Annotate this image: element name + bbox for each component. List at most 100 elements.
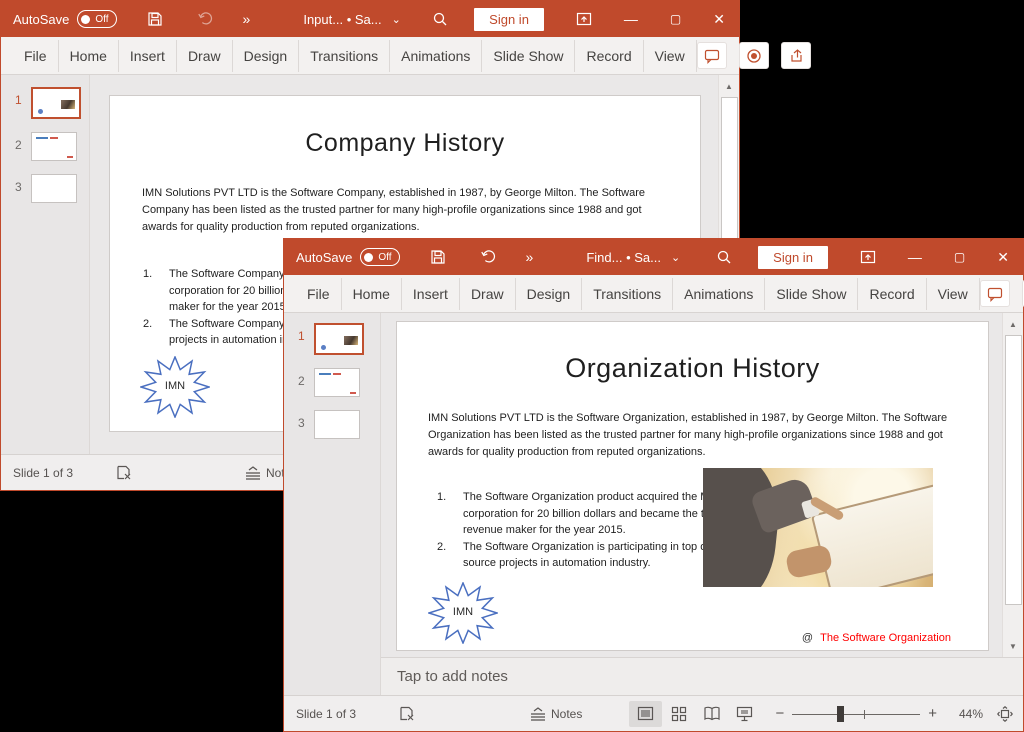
tab-slide-show[interactable]: Slide Show <box>765 278 858 310</box>
save-icon[interactable] <box>430 249 446 265</box>
tab-slide-show[interactable]: Slide Show <box>482 40 575 72</box>
record-button[interactable] <box>739 42 769 69</box>
thumbnail-slide-1[interactable]: 1 <box>15 87 89 119</box>
scroll-up-icon[interactable]: ▲ <box>719 77 739 95</box>
reading-view-button[interactable] <box>695 701 728 727</box>
tab-record[interactable]: Record <box>858 278 926 310</box>
slide-footer[interactable]: @ The Software Organization <box>802 632 951 644</box>
save-icon[interactable] <box>147 11 163 27</box>
search-icon[interactable] <box>432 11 448 27</box>
sign-in-button[interactable]: Sign in <box>474 8 544 31</box>
tab-file[interactable]: File <box>296 278 342 310</box>
desktop: AutoSave Off » Input... • Sa... ⌄ <box>0 0 1024 732</box>
fit-slide-to-window-button[interactable] <box>997 706 1013 722</box>
zoom-in-button[interactable]: + <box>928 705 937 722</box>
tab-draw[interactable]: Draw <box>460 278 516 310</box>
normal-view-button[interactable] <box>629 701 662 727</box>
thumb-star <box>321 345 326 350</box>
comments-button[interactable] <box>980 280 1010 307</box>
notes-label: Notes <box>551 707 582 721</box>
notes-placeholder: Tap to add notes <box>397 668 508 685</box>
ribbon-overflow-chevron[interactable]: » <box>243 11 252 27</box>
list-number: 1. <box>143 266 169 316</box>
tab-design[interactable]: Design <box>233 40 300 72</box>
slide-sorter-view-button[interactable] <box>662 701 695 727</box>
document-title[interactable]: Find... • Sa... <box>586 250 661 265</box>
zoom-level[interactable]: 44% <box>951 707 983 721</box>
notes-toggle[interactable]: Notes <box>529 707 582 721</box>
slide-title[interactable]: Organization History <box>397 353 988 384</box>
zoom-slider[interactable] <box>792 706 920 722</box>
scrollbar-thumb[interactable] <box>1005 335 1022 605</box>
thumb-photo <box>344 336 358 345</box>
tab-home[interactable]: Home <box>59 40 119 72</box>
vertical-scrollbar[interactable]: ▲ ▼ <box>1002 313 1023 657</box>
notes-pane[interactable]: Tap to add notes <box>381 657 1023 695</box>
ribbon-tab-bar: File Home Insert Draw Design Transitions… <box>1 37 739 75</box>
tab-insert[interactable]: Insert <box>119 40 177 72</box>
footer-text: The Software Organization <box>820 632 951 644</box>
ribbon-overflow-chevron[interactable]: » <box>526 249 535 265</box>
tab-view[interactable]: View <box>644 40 697 72</box>
thumbnail-number: 1 <box>15 87 31 107</box>
maximize-button[interactable]: ▢ <box>954 250 965 264</box>
tab-animations[interactable]: Animations <box>673 278 765 310</box>
star-shape[interactable]: IMN <box>140 356 210 418</box>
slide-body-text[interactable]: IMN Solutions PVT LTD is the Software Or… <box>428 410 966 461</box>
zoom-slider-track <box>792 714 920 715</box>
undo-icon[interactable] <box>480 249 496 265</box>
scroll-up-icon[interactable]: ▲ <box>1003 315 1023 333</box>
close-button[interactable]: ✕ <box>713 11 725 28</box>
tab-animations[interactable]: Animations <box>390 40 482 72</box>
slide-body-text[interactable]: IMN Solutions PVT LTD is the Software Co… <box>142 185 674 236</box>
star-label: IMN <box>428 606 498 618</box>
sign-in-button[interactable]: Sign in <box>758 246 828 269</box>
zoom-out-button[interactable]: − <box>775 705 784 722</box>
maximize-button[interactable]: ▢ <box>670 12 681 26</box>
autosave-toggle[interactable]: Off <box>360 248 399 266</box>
thumbnail-slide-3[interactable]: 3 <box>298 410 380 439</box>
toggle-knob <box>81 15 90 24</box>
ribbon-right-buttons <box>697 42 819 69</box>
slide-canvas[interactable]: Organization History IMN Solutions PVT L… <box>396 321 989 651</box>
tab-view[interactable]: View <box>927 278 980 310</box>
slide-thumbnail <box>31 132 77 161</box>
slideshow-view-button[interactable] <box>728 701 761 727</box>
tab-transitions[interactable]: Transitions <box>299 40 390 72</box>
ribbon-tab-bar: File Home Insert Draw Design Transitions… <box>284 275 1023 313</box>
tab-file[interactable]: File <box>13 40 59 72</box>
tab-design[interactable]: Design <box>516 278 583 310</box>
spell-check-icon[interactable] <box>398 705 415 722</box>
autosave-state: Off <box>95 14 108 25</box>
ribbon-display-options-icon[interactable] <box>860 249 876 265</box>
tab-insert[interactable]: Insert <box>402 278 460 310</box>
thumbnail-slide-2[interactable]: 2 <box>15 132 89 161</box>
search-icon[interactable] <box>716 249 732 265</box>
tab-transitions[interactable]: Transitions <box>582 278 673 310</box>
minimize-button[interactable]: — <box>908 249 922 265</box>
scroll-down-icon[interactable]: ▼ <box>1003 637 1023 655</box>
tab-home[interactable]: Home <box>342 278 402 310</box>
ribbon-display-options-icon[interactable] <box>576 11 592 27</box>
minimize-button[interactable]: — <box>624 11 638 27</box>
star-shape[interactable]: IMN <box>428 582 498 644</box>
title-dropdown-chevron[interactable]: ⌄ <box>671 251 680 264</box>
thumbnail-slide-1[interactable]: 1 <box>298 323 380 355</box>
tab-draw[interactable]: Draw <box>177 40 233 72</box>
thumbnail-slide-2[interactable]: 2 <box>298 368 380 397</box>
thumbnail-number: 3 <box>298 410 314 430</box>
comments-button[interactable] <box>697 42 727 69</box>
document-title[interactable]: Input... • Sa... <box>303 12 381 27</box>
spell-check-icon[interactable] <box>115 464 132 481</box>
tab-record[interactable]: Record <box>575 40 643 72</box>
slide-photo-tablet-hands[interactable] <box>703 468 933 587</box>
autosave-toggle[interactable]: Off <box>77 10 116 28</box>
undo-icon[interactable] <box>197 11 213 27</box>
zoom-slider-thumb[interactable] <box>837 706 844 722</box>
share-button[interactable] <box>781 42 811 69</box>
slide-indicator: Slide 1 of 3 <box>296 707 356 721</box>
slide-title[interactable]: Company History <box>110 129 700 158</box>
title-dropdown-chevron[interactable]: ⌄ <box>392 13 401 26</box>
thumbnail-slide-3[interactable]: 3 <box>15 174 89 203</box>
close-button[interactable]: ✕ <box>997 249 1009 266</box>
